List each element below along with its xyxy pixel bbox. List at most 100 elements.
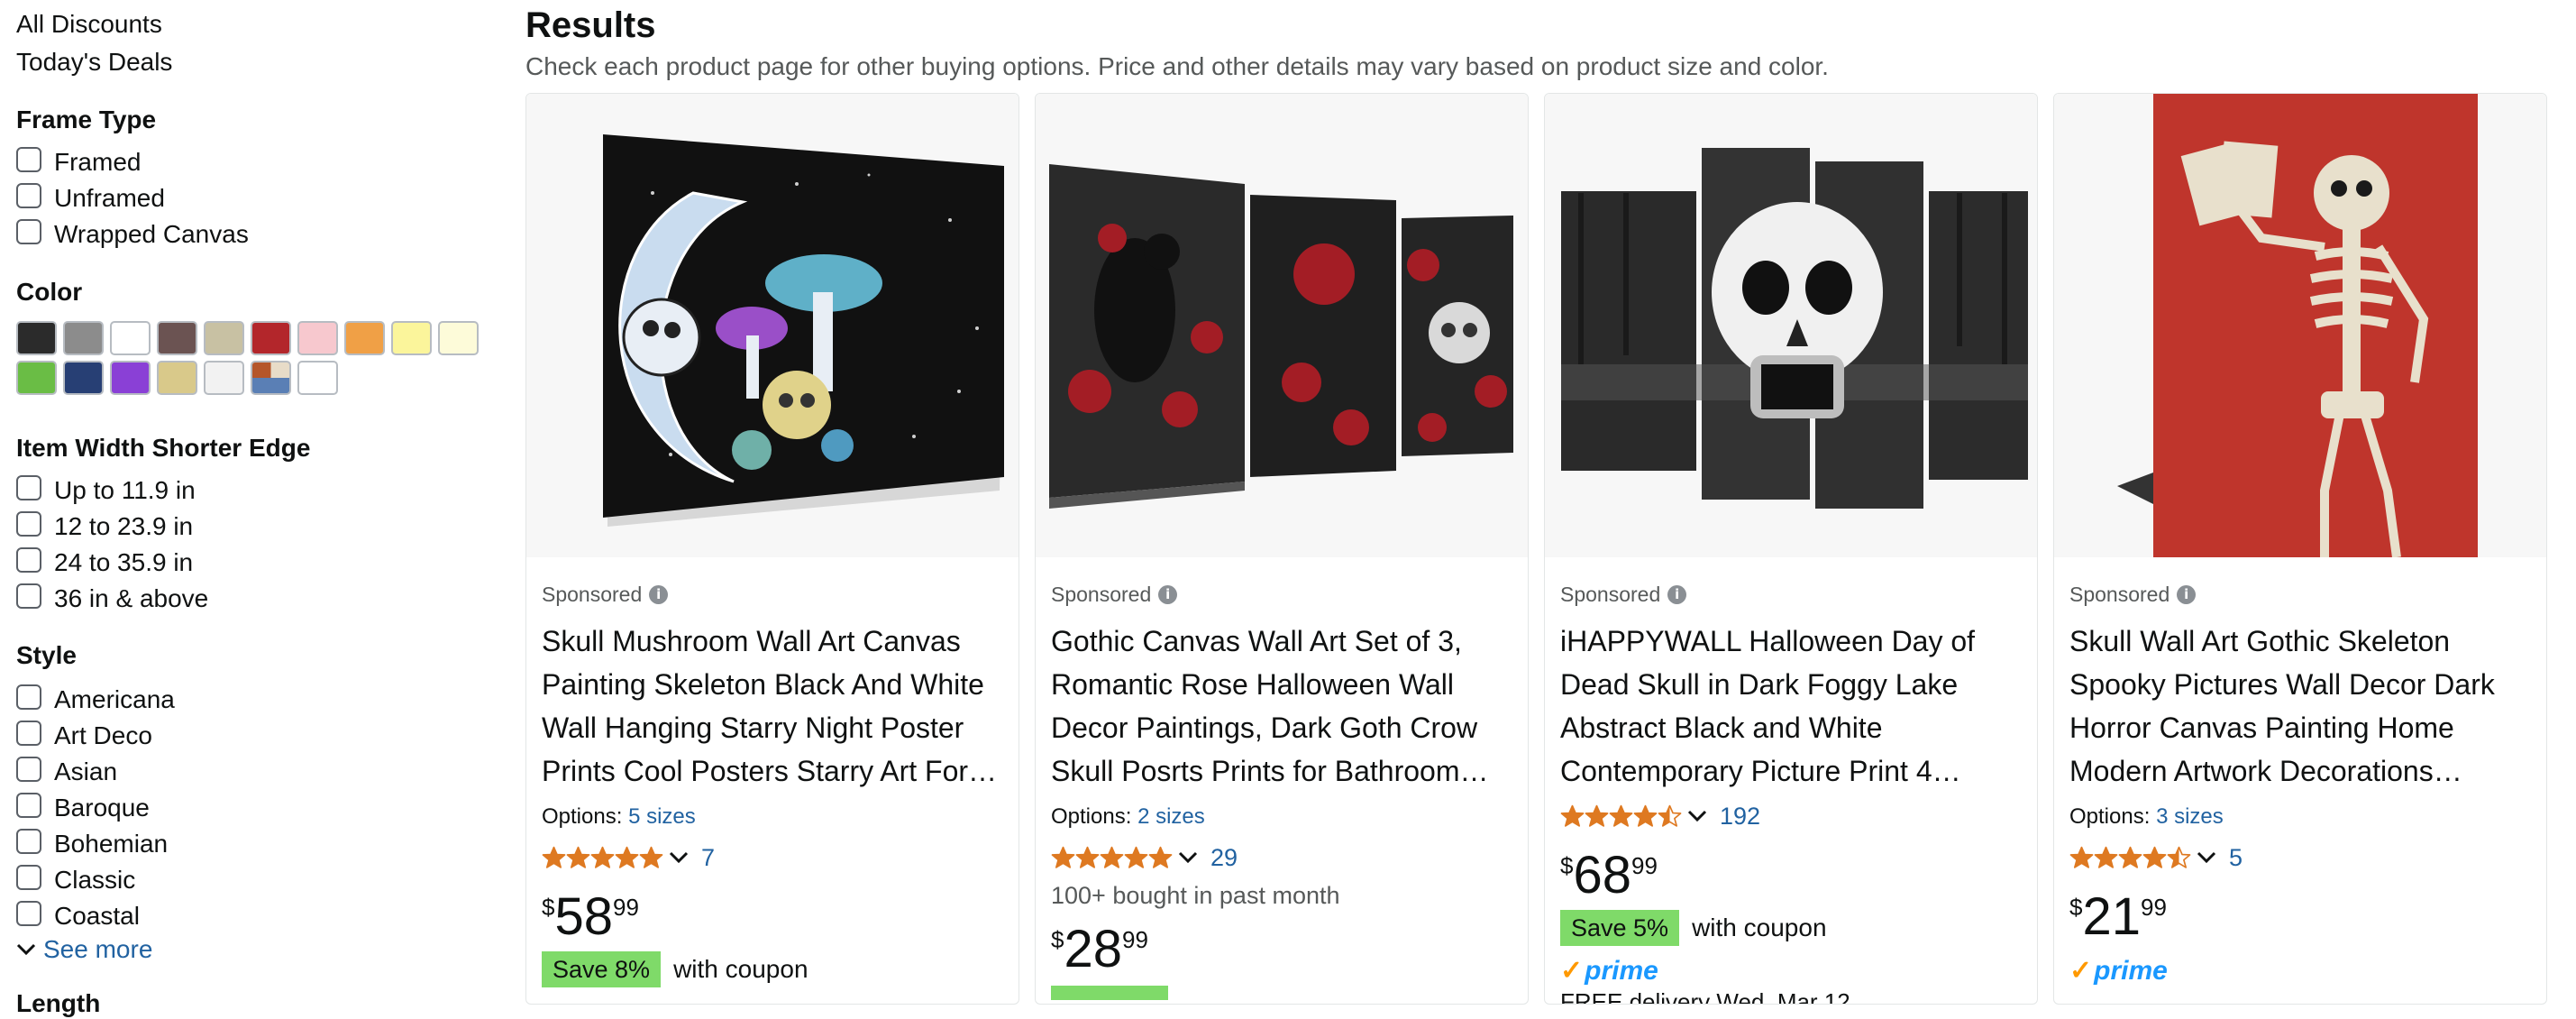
product-image[interactable] [526,94,1019,557]
color-swatch[interactable] [16,361,57,395]
checkbox-label: Wrapped Canvas [54,220,249,248]
filter-width-36-and-above[interactable]: 36 in & above [16,581,208,617]
product-title[interactable]: Skull Mushroom Wall Art Canvas Painting … [542,620,1006,793]
length-heading: Length [16,989,101,1017]
star-rating[interactable] [1051,846,1173,869]
product-image[interactable] [1036,94,1528,557]
color-swatch[interactable] [63,361,104,395]
checkbox-label: Coastal [54,902,140,930]
checkbox[interactable] [16,547,41,573]
checkbox[interactable] [16,829,41,854]
rating-count[interactable]: 5 [2229,844,2243,872]
sponsored-label[interactable]: Sponsored i [2069,581,2534,608]
checkbox[interactable] [16,511,41,537]
checkbox[interactable] [16,183,41,208]
checkbox[interactable] [16,901,41,926]
product-price[interactable]: $68 99 [1560,847,2024,904]
product-image[interactable] [1545,94,2037,557]
checkbox[interactable] [16,721,41,746]
product-title[interactable]: Gothic Canvas Wall Art Set of 3, Romanti… [1051,620,1515,793]
save-badge[interactable]: Save 5% [1560,910,1680,946]
product-card[interactable]: Sponsored i iHAPPYWALL Halloween Day of D… [1544,93,2038,1005]
checkbox[interactable] [16,475,41,500]
save-badge[interactable]: Save 8% [542,951,662,987]
checkbox-label: 12 to 23.9 in [54,512,194,540]
checkbox[interactable] [16,684,41,710]
sponsored-label[interactable]: Sponsored i [1051,581,1515,608]
color-swatch[interactable] [391,321,432,355]
checkbox[interactable] [16,583,41,609]
filter-wrapped-canvas[interactable]: Wrapped Canvas [16,216,249,252]
info-icon[interactable]: i [1158,584,1178,604]
product-title[interactable]: Skull Wall Art Gothic Skeleton Spooky Pi… [2069,620,2534,793]
filter-style-baroque[interactable]: Baroque [16,790,150,826]
rating-count[interactable]: 192 [1720,803,1760,831]
product-price[interactable]: $21 99 [2069,888,2534,946]
checkbox[interactable] [16,757,41,782]
chevron-down-icon[interactable] [1687,810,1707,822]
star-icon [2167,846,2191,868]
product-options: Options: 5 sizes [542,802,1006,832]
filter-style-bohemian[interactable]: Bohemian [16,826,168,862]
color-swatch[interactable] [204,321,244,355]
color-swatch[interactable] [297,361,338,395]
chevron-down-icon[interactable] [1178,851,1198,864]
see-more-link[interactable]: See more [16,934,152,965]
options-link[interactable]: 2 sizes [1137,804,1205,829]
color-swatch[interactable] [204,361,244,395]
filter-width-24-to-35-9[interactable]: 24 to 35.9 in [16,545,193,581]
options-link[interactable]: 5 sizes [628,804,696,829]
color-swatch[interactable] [63,321,104,355]
color-swatch[interactable] [251,321,291,355]
color-swatch[interactable] [438,321,479,355]
options-link[interactable]: 3 sizes [2156,804,2224,829]
color-swatch[interactable] [344,321,385,355]
filter-style-classic[interactable]: Classic [16,862,135,898]
checkbox[interactable] [16,219,41,244]
filter-style-coastal[interactable]: Coastal [16,898,140,934]
rating-count[interactable]: 29 [1210,844,1238,872]
rating-count[interactable]: 7 [701,844,715,872]
star-rating[interactable] [542,846,663,869]
star-rating[interactable] [1560,804,1682,828]
save-badge[interactable] [1051,986,1168,1000]
color-swatch[interactable] [157,321,197,355]
filter-framed[interactable]: Framed [16,144,141,180]
chevron-down-icon[interactable] [669,851,689,864]
filter-width-12-to-23-9[interactable]: 12 to 23.9 in [16,509,193,545]
filter-style-americana[interactable]: Americana [16,682,175,718]
star-rating[interactable] [2069,846,2191,869]
filter-link-todays-deals[interactable]: Today's Deals [16,47,172,78]
product-price[interactable]: $28 99 [1051,921,1515,978]
product-image[interactable] [2054,94,2546,557]
checkbox[interactable] [16,793,41,818]
color-swatch[interactable] [16,321,57,355]
color-swatch[interactable] [157,361,197,395]
filter-style-asian[interactable]: Asian [16,754,117,790]
filter-unframed[interactable]: Unframed [16,180,165,216]
info-icon[interactable]: i [649,584,669,604]
rating-row: 29 [1051,840,1515,876]
product-card[interactable]: Sponsored i Skull Mushroom Wall Art Canva… [525,93,1019,1005]
color-swatch[interactable] [297,321,338,355]
checkbox-label: 24 to 35.9 in [54,548,194,576]
info-icon[interactable]: i [1667,584,1687,604]
info-icon[interactable]: i [2177,584,2197,604]
product-price[interactable]: $58 99 [542,888,1006,946]
sponsored-label[interactable]: Sponsored i [542,581,1006,608]
product-card[interactable]: Sponsored i Gothic Canvas Wall Art Set of… [1035,93,1529,1005]
skull-mushroom-canvas-image [526,94,1019,557]
checkbox[interactable] [16,147,41,172]
sponsored-label[interactable]: Sponsored i [1560,581,2024,608]
prime-badge: ✓ prime [1560,955,2024,987]
chevron-down-icon[interactable] [2197,851,2216,864]
filter-style-art-deco[interactable]: Art Deco [16,718,152,754]
filter-link-all-discounts[interactable]: All Discounts [16,9,162,40]
color-swatch[interactable] [110,321,151,355]
checkbox[interactable] [16,865,41,890]
color-swatch[interactable] [110,361,151,395]
product-title[interactable]: iHAPPYWALL Halloween Day of Dead Skull i… [1560,620,2024,793]
filter-width-up-to-11-9[interactable]: Up to 11.9 in [16,473,196,509]
product-card[interactable]: Sponsored i Skull Wall Art Gothic Skeleto… [2053,93,2547,1005]
color-swatch[interactable] [251,361,291,395]
